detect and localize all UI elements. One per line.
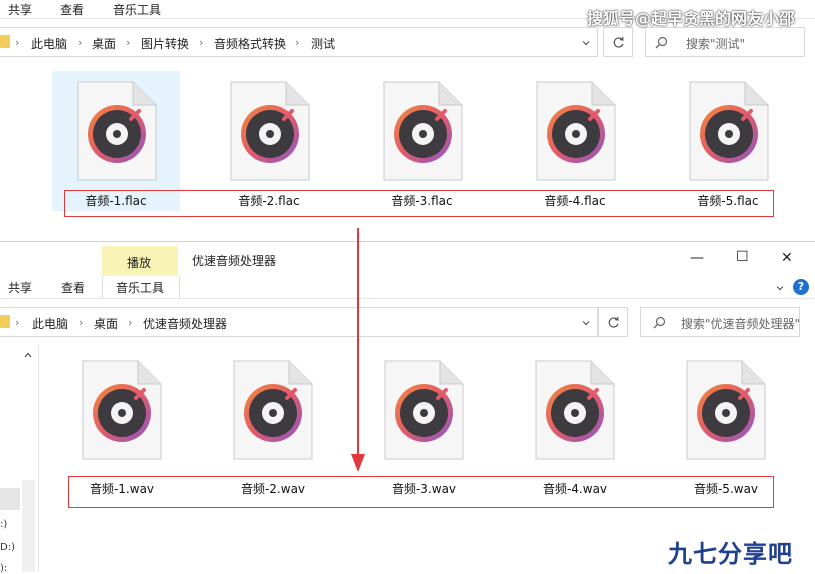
search-input[interactable]: 搜索"优速音频处理器" (681, 315, 800, 332)
chevron-down-icon[interactable] (776, 284, 784, 292)
audio-file-icon[interactable] (77, 81, 157, 181)
refresh-button[interactable] (598, 307, 628, 337)
breadcrumb-image-convert[interactable]: 图片转换 (141, 35, 189, 52)
chevron-right-icon: › (295, 36, 300, 49)
highlight-box (64, 190, 774, 217)
search-icon (653, 316, 666, 329)
audio-file-icon[interactable] (689, 81, 769, 181)
folder-icon (0, 35, 10, 48)
nav-selected-item[interactable] (0, 488, 20, 510)
window-title: 优速音频处理器 (192, 254, 277, 268)
breadcrumb-this-pc[interactable]: 此电脑 (31, 35, 67, 52)
drive-label[interactable]: :) (0, 519, 7, 530)
search-box[interactable]: 搜索"优速音频处理器" (640, 307, 800, 337)
chevron-right-icon: › (78, 36, 83, 49)
chevron-down-icon[interactable] (582, 319, 590, 327)
search-box[interactable]: 搜索"测试" (645, 27, 805, 57)
audio-file-icon[interactable] (384, 360, 464, 460)
breadcrumb-audio-processor[interactable]: 优速音频处理器 (143, 315, 227, 332)
refresh-icon (608, 316, 619, 328)
tab-view[interactable]: 查看 (60, 1, 84, 18)
bottom-window: 播放 优速音频处理器 — ☐ ✕ 共享 查看 音乐工具 ? › 此电脑 › 桌面… (0, 241, 815, 574)
audio-file-icon[interactable] (233, 360, 313, 460)
breadcrumb-this-pc[interactable]: 此电脑 (32, 315, 68, 332)
close-button[interactable]: ✕ (781, 250, 793, 266)
search-input[interactable]: 搜索"测试" (686, 35, 745, 52)
chevron-right-icon: › (126, 36, 131, 49)
tab-share[interactable]: 共享 (8, 279, 32, 296)
audio-file-icon[interactable] (536, 81, 616, 181)
tab-music-tools[interactable]: 音乐工具 (113, 1, 161, 18)
refresh-button[interactable] (603, 27, 633, 57)
chevron-right-icon: › (15, 316, 20, 329)
chevron-right-icon: › (15, 36, 20, 49)
audio-file-icon[interactable] (535, 360, 615, 460)
audio-file-icon[interactable] (230, 81, 310, 181)
refresh-icon (613, 36, 624, 48)
ribbon-divider (0, 298, 815, 299)
tab-music-tools-frame (102, 276, 180, 298)
chevron-right-icon: › (199, 36, 204, 49)
chevron-right-icon: › (79, 316, 84, 329)
tab-share[interactable]: 共享 (8, 1, 32, 18)
tab-play[interactable]: 播放 (127, 254, 151, 271)
address-bar[interactable] (0, 307, 598, 337)
highlight-box (68, 476, 774, 508)
help-icon[interactable]: ? (793, 279, 809, 295)
minimize-button[interactable]: — (690, 250, 704, 266)
chevron-right-icon: › (128, 316, 133, 329)
breadcrumb-audio-format[interactable]: 音频格式转换 (214, 35, 286, 52)
maximize-button[interactable]: ☐ (736, 249, 749, 265)
scrollbar-thumb[interactable] (22, 480, 35, 572)
audio-file-icon[interactable] (82, 360, 162, 460)
audio-file-icon[interactable] (383, 81, 463, 181)
drive-label[interactable]: ): (0, 563, 7, 574)
breadcrumb-test[interactable]: 测试 (311, 35, 335, 52)
drive-label[interactable]: D:) (0, 542, 15, 553)
scroll-up-icon[interactable] (24, 352, 32, 358)
watermark-logo: 九七分享吧 (668, 540, 793, 568)
search-icon (655, 36, 668, 49)
watermark-text: 搜狐号@起早贪黑的网友小邵 (587, 9, 796, 28)
arrow-down-icon (351, 228, 365, 472)
breadcrumb-desktop[interactable]: 桌面 (92, 35, 116, 52)
tab-view[interactable]: 查看 (61, 279, 85, 296)
breadcrumb-desktop[interactable]: 桌面 (94, 315, 118, 332)
audio-file-icon[interactable] (686, 360, 766, 460)
folder-icon (0, 315, 10, 328)
chevron-down-icon[interactable] (582, 39, 590, 47)
